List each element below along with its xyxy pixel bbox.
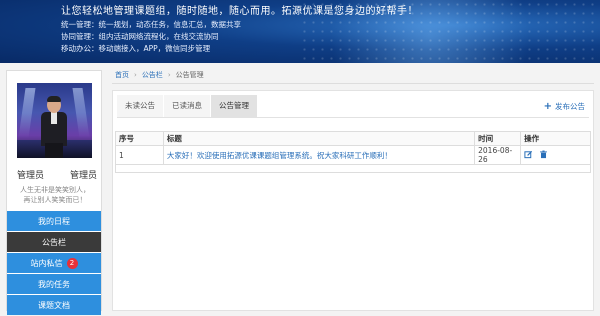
motto-line: 再让别人笑笑而已！	[23, 196, 87, 204]
sidebar-item-label: 公告栏	[42, 237, 66, 247]
breadcrumb-home-link[interactable]: 首页	[115, 70, 129, 80]
sidebar-item-label: 我的日程	[38, 216, 70, 226]
main-panel: 未读公告 已读消息 公告管理 + 发布公告 序号 标题 时间 操作 1 大家好！…	[112, 90, 594, 311]
sidebar-item-label: 课题文档	[38, 300, 70, 310]
row-actions	[520, 145, 591, 165]
breadcrumb-current: 公告管理	[175, 71, 204, 79]
table-footer	[115, 165, 591, 173]
user-avatar[interactable]	[17, 83, 92, 158]
breadcrumb: 首页 › 公告栏 › 公告管理	[115, 70, 204, 80]
table-row: 1 大家好！欢迎使用拓源优课课题组管理系统。祝大家科研工作顺利！ 2016-08…	[115, 145, 591, 165]
breadcrumb-separator-icon: ›	[167, 71, 171, 79]
row-number: 1	[115, 145, 164, 165]
sidebar: 管理员 管理员 人生无非是笑笑别人， 再让别人笑笑而已！ 我的日程 公告栏 站内…	[6, 70, 102, 315]
publish-notice-label: 发布公告	[555, 102, 585, 111]
user-role-right: 管理员	[69, 171, 97, 181]
tab-notice-management[interactable]: 公告管理	[211, 95, 257, 117]
plus-icon: +	[543, 101, 552, 112]
notice-title-link[interactable]: 大家好！欢迎使用拓源优课课题组管理系统。祝大家科研工作顺利！	[162, 145, 476, 165]
unread-count-badge: 2	[66, 257, 78, 269]
tab-read-messages[interactable]: 已读消息	[164, 95, 210, 117]
sidebar-item-documents[interactable]: 课题文档	[7, 295, 101, 315]
column-header-title: 标题	[162, 131, 476, 146]
sidebar-item-tasks[interactable]: 我的任务	[7, 274, 101, 294]
sidebar-item-label: 我的任务	[38, 279, 70, 289]
avatar-stage-light	[72, 88, 90, 138]
sidebar-menu: 我的日程 公告栏 站内私信 2 我的任务 课题文档	[7, 211, 101, 316]
breadcrumb-bulletin-link[interactable]: 公告栏	[142, 70, 163, 80]
sidebar-item-label: 站内私信	[30, 258, 63, 268]
publish-notice-button[interactable]: + 发布公告	[544, 101, 585, 112]
sidebar-item-bulletin[interactable]: 公告栏	[7, 232, 101, 252]
motto-line: 人生无非是笑笑别人，	[20, 186, 90, 194]
column-header-actions: 操作	[520, 131, 591, 146]
banner-slogan: 让您轻松地管理课题组，随时随地，随心而用。拓源优课是您身边的好帮手！	[61, 6, 418, 17]
sidebar-item-messages[interactable]: 站内私信 2	[7, 253, 101, 273]
banner-feature-line: 移动办公：移动端接入，APP，微信同步管理	[61, 44, 211, 53]
avatar-hair	[47, 96, 61, 102]
sidebar-item-schedule[interactable]: 我的日程	[7, 211, 101, 231]
banner-feature-list: 统一管理：统一规划，动态任务，信息汇总，数据共享 协同管理：组内活动网络流程化，…	[61, 19, 241, 55]
avatar-stage-light	[18, 88, 36, 138]
edit-icon[interactable]	[524, 150, 533, 159]
header-banner: 让您轻松地管理课题组，随时随地，随心而用。拓源优课是您身边的好帮手！ 统一管理：…	[0, 0, 600, 63]
table-header-row: 序号 标题 时间 操作	[115, 131, 591, 146]
banner-feature-line: 统一管理：统一规划，动态任务，信息汇总，数据共享	[61, 20, 241, 29]
column-header-time: 时间	[474, 131, 522, 146]
tab-divider	[117, 117, 589, 118]
breadcrumb-divider	[112, 83, 594, 84]
user-role-left: 管理员	[17, 171, 45, 181]
tab-bar: 未读公告 已读消息 公告管理	[117, 95, 258, 117]
avatar-legs	[45, 143, 63, 158]
row-date: 2016-08-26	[474, 145, 522, 165]
user-roles: 管理员 管理员	[17, 168, 97, 181]
tab-unread-notices[interactable]: 未读公告	[117, 95, 163, 117]
column-header-number: 序号	[115, 131, 164, 146]
user-motto: 人生无非是笑笑别人， 再让别人笑笑而已！	[11, 185, 99, 205]
trash-icon[interactable]	[539, 150, 548, 159]
breadcrumb-separator-icon: ›	[134, 71, 137, 79]
banner-feature-line: 协同管理：组内活动网络流程化，在线交流协同	[61, 32, 219, 41]
notice-table: 序号 标题 时间 操作 1 大家好！欢迎使用拓源优课课题组管理系统。祝大家科研工…	[115, 131, 591, 165]
avatar-shirt	[51, 112, 57, 124]
